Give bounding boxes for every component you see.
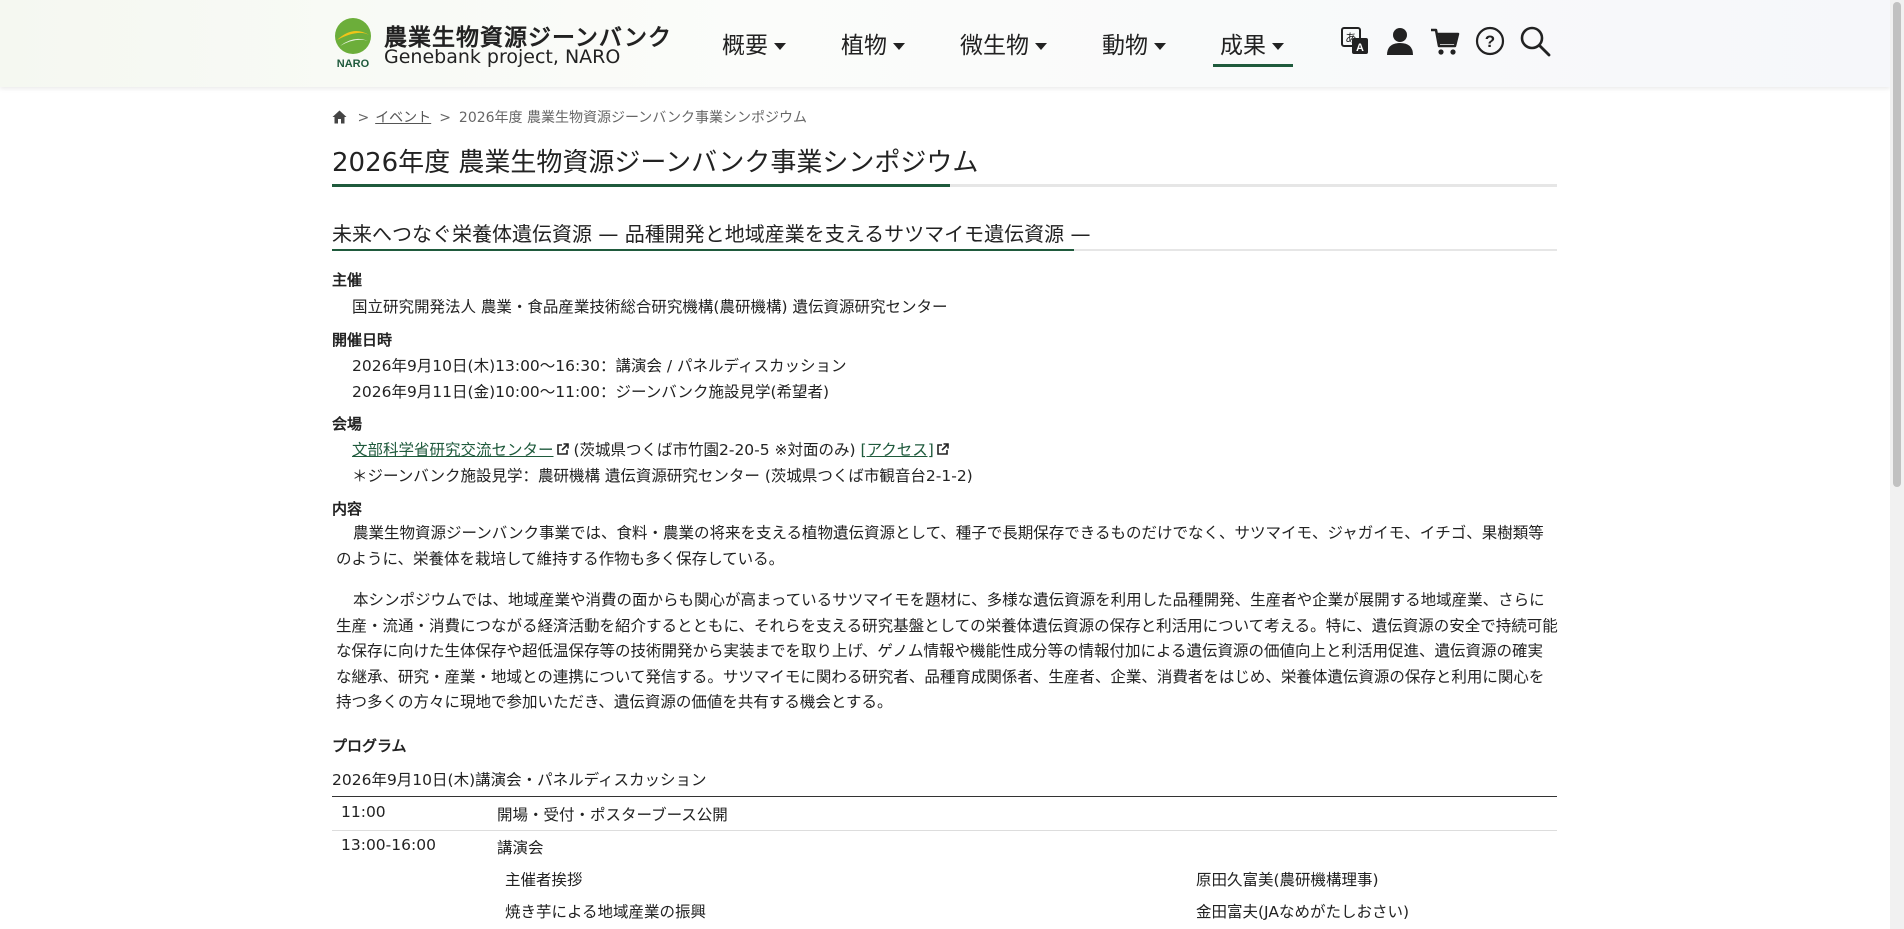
venue-link[interactable]: 文部科学省研究交流センター <box>352 441 554 459</box>
organizer-value: 国立研究開発法人 農業・食品産業技術総合研究機構(農研機構) 遺伝資源研究センタ… <box>352 298 948 316</box>
program-date: 2026年9月10日(木)講演会・パネルディスカッション <box>332 771 707 789</box>
content-paragraph-1: 農業生物資源ジーンバンク事業では、食料・農業の将来を支える植物遺伝資源として、種… <box>336 524 1544 568</box>
program-row-divider <box>332 830 1557 831</box>
site-header: NARO 農業生物資源ジーンバンク Genebank project, NARO… <box>0 0 1890 87</box>
date-value-2: 2026年9月11日(金)10:00～11:00：ジーンバンク施設見学(希望者) <box>352 383 830 401</box>
svg-text:NARO: NARO <box>337 58 370 69</box>
breadcrumb-events-link[interactable]: イベント <box>375 110 431 126</box>
translate-icon[interactable]: あ A <box>1339 25 1371 57</box>
nav-results[interactable]: 成果 <box>1220 26 1284 60</box>
title-divider <box>332 184 1557 187</box>
program-table-top-border <box>332 796 1557 797</box>
date-label: 開催日時 <box>332 331 393 349</box>
chevron-down-icon <box>1272 43 1284 50</box>
subtitle-divider <box>332 249 1557 251</box>
venue-note: ＊ジーンバンク施設見学：農研機構 遺伝資源研究センター (茨城県つくば市観音台2… <box>352 467 973 485</box>
page-scrollbar[interactable] <box>1890 0 1904 929</box>
breadcrumb: > イベント >2026年度 農業生物資源ジーンバンク事業シンポジウム <box>332 107 807 127</box>
naro-logo[interactable]: NARO <box>332 17 374 69</box>
nav-plants[interactable]: 植物 <box>841 26 905 60</box>
venue-label: 会場 <box>332 415 363 433</box>
content-paragraph-2: 本シンポジウムでは、地域産業や消費の面からも関心が高まっているサツマイモを題材に… <box>336 591 1558 711</box>
program-row-time: 13:00-16:00 <box>341 836 436 854</box>
program-row-item: 開場・受付・ポスターブース公開 <box>497 806 728 824</box>
search-icon[interactable] <box>1519 25 1551 57</box>
nav-microbes[interactable]: 微生物 <box>960 26 1047 60</box>
organizer-label: 主催 <box>332 271 363 289</box>
page-subtitle: 未来へつなぐ栄養体遺伝資源 — 品種開発と地域産業を支えるサツマイモ遺伝資源 — <box>332 222 1091 246</box>
home-icon[interactable] <box>332 110 347 124</box>
nav-overview[interactable]: 概要 <box>722 26 786 60</box>
talk-title: 主催者挨拶 <box>505 871 583 889</box>
nav-active-indicator <box>1213 64 1293 67</box>
program-row-time: 11:00 <box>341 803 386 821</box>
content-label: 内容 <box>332 500 363 518</box>
venue-value: 文部科学省研究交流センター (茨城県つくば市竹園2-20-5 ※対面のみ) [ア… <box>352 438 949 460</box>
talk-speaker: 金田富夫(JAなめがたしおさい) <box>1196 903 1409 921</box>
chevron-down-icon <box>774 43 786 50</box>
program-row-item: 講演会 <box>497 839 544 857</box>
chevron-down-icon <box>1035 43 1047 50</box>
cart-icon[interactable] <box>1429 25 1461 57</box>
program-label: プログラム <box>332 737 407 755</box>
nav-animals[interactable]: 動物 <box>1102 26 1166 60</box>
scrollbar-thumb[interactable] <box>1893 2 1901 487</box>
external-link-icon <box>937 443 949 455</box>
help-icon[interactable]: ? <box>1474 25 1506 57</box>
external-link-icon <box>556 443 569 455</box>
breadcrumb-separator: > <box>439 110 451 126</box>
page-title: 2026年度 農業生物資源ジーンバンク事業シンポジウム <box>332 148 979 178</box>
chevron-down-icon <box>1154 43 1166 50</box>
chevron-down-icon <box>893 43 905 50</box>
user-icon[interactable] <box>1384 25 1416 57</box>
talk-title: 焼き芋による地域産業の振興 <box>505 903 707 921</box>
breadcrumb-current: 2026年度 農業生物資源ジーンバンク事業シンポジウム <box>458 110 807 126</box>
access-link[interactable]: [アクセス] <box>861 441 934 459</box>
venue-address: (茨城県つくば市竹園2-20-5 ※対面のみ) <box>568 441 861 459</box>
date-value-1: 2026年9月10日(木)13:00～16:30：講演会 / パネルディスカッシ… <box>352 357 847 375</box>
site-subtitle[interactable]: Genebank project, NARO <box>384 46 620 68</box>
breadcrumb-separator: > <box>357 110 370 126</box>
talk-speaker: 原田久富美(農研機構理事) <box>1196 871 1379 889</box>
svg-text:A: A <box>1356 42 1364 54</box>
svg-text:?: ? <box>1485 32 1495 51</box>
